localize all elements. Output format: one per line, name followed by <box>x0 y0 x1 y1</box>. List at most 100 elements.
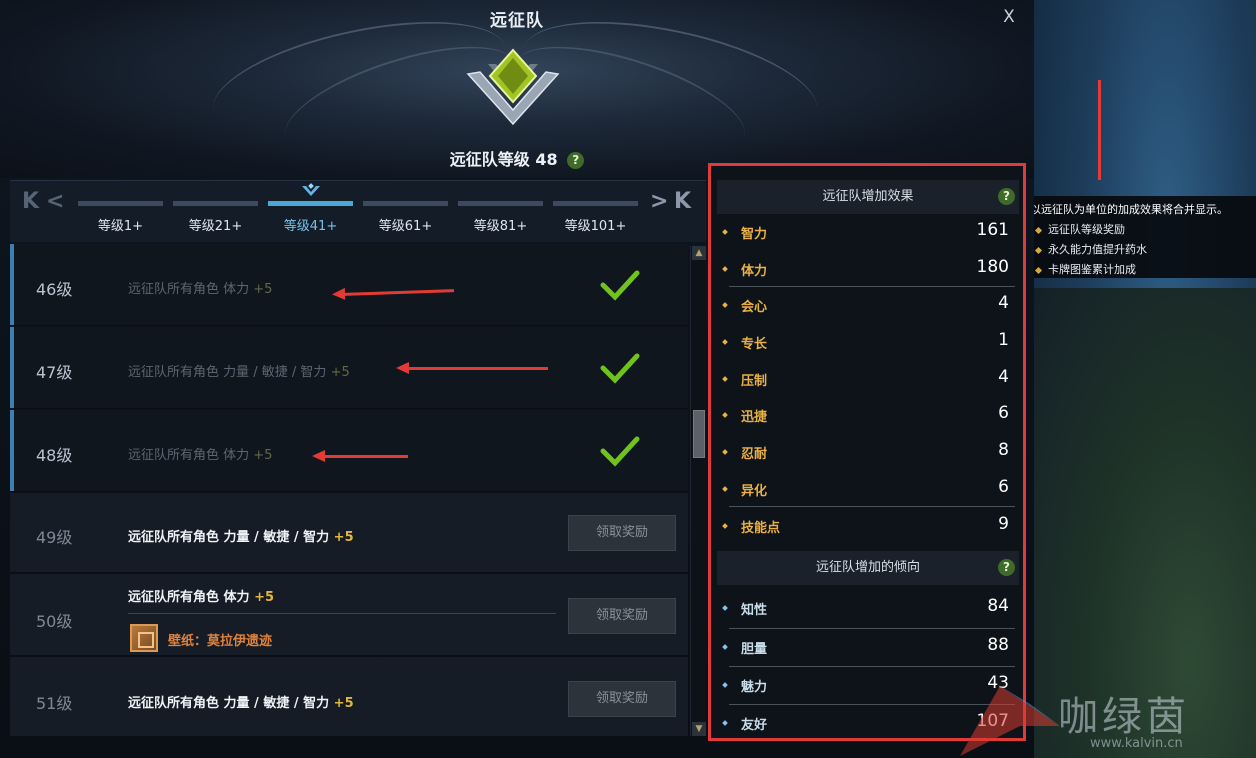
reward-description: 远征队所有角色 力量 / 敏捷 / 智力 +5 <box>128 692 354 711</box>
tab-label: 等级21+ <box>188 219 243 234</box>
claim-reward-button[interactable]: 领取奖励 <box>568 598 676 634</box>
reward-description: 远征队所有角色 体力 +5 <box>128 586 274 605</box>
tab-tier-81[interactable]: 等级81+ <box>456 201 545 241</box>
tendency-header: 远征队增加的倾向 ? <box>717 551 1019 585</box>
reward-bonus: +5 <box>254 590 275 605</box>
stat-name: 异化 <box>741 484 768 499</box>
row-divider <box>128 613 556 614</box>
help-icon[interactable]: ? <box>998 559 1015 576</box>
tendency-name: 友好 <box>741 718 768 733</box>
reward-row-49: 49级 远征队所有角色 力量 / 敏捷 / 智力 +5 领取奖励 <box>10 493 688 573</box>
check-icon <box>600 270 640 301</box>
tooltip-title: 以远征队为单位的加成效果将合并显示。 <box>1030 203 1228 216</box>
tooltip-item: 卡牌图鉴累计加成 <box>1030 260 1252 280</box>
bullet-icon <box>722 339 728 345</box>
tendency-name: 知性 <box>741 603 768 618</box>
tab-tier-101[interactable]: 等级101+ <box>551 201 640 241</box>
active-tier-marker-icon <box>302 183 320 196</box>
tab-tier-61[interactable]: 等级61+ <box>361 201 450 241</box>
row-accent <box>10 244 14 325</box>
tab-bar <box>458 201 543 206</box>
reward-description: 远征队所有角色 体力 +5 <box>128 444 272 463</box>
claim-reward-button[interactable]: 领取奖励 <box>568 515 676 551</box>
reward-text: 远征队所有角色 体力 <box>128 590 250 605</box>
row-accent <box>10 327 14 408</box>
last-page-button[interactable]: K <box>674 189 691 214</box>
stat-row-stamina: 体力 180 <box>717 251 1019 288</box>
scroll-up-icon[interactable]: ▲ <box>692 246 706 260</box>
reward-level: 50级 <box>36 612 73 631</box>
stat-row-intelligence: 智力 161 <box>717 214 1019 251</box>
stat-row-domination: 压制 4 <box>717 361 1019 398</box>
tendency-header-label: 远征队增加的倾向 <box>815 560 920 575</box>
bullet-icon <box>722 449 728 455</box>
stat-value: 1 <box>998 330 1009 350</box>
reward-row-50: 50级 远征队所有角色 体力 +5 壁纸：莫拉伊遗迹 领取奖励 <box>10 574 688 656</box>
tab-tier-21[interactable]: 等级21+ <box>171 201 260 241</box>
bullet-icon <box>722 229 728 235</box>
reward-description: 远征队所有角色 体力 +5 <box>128 278 272 297</box>
bullet-icon <box>722 376 728 382</box>
annotation-arrow <box>343 289 455 296</box>
reward-list-scrollbar[interactable]: ▲ ▼ <box>690 246 706 736</box>
prev-page-button[interactable]: < <box>46 189 64 214</box>
tab-label: 等级101+ <box>564 219 627 234</box>
bullet-icon <box>722 523 728 529</box>
tendency-value: 88 <box>987 635 1009 655</box>
annotation-arrow-down <box>1098 80 1101 180</box>
stat-name: 技能点 <box>741 521 781 536</box>
reward-description: 远征队所有角色 力量 / 敏捷 / 智力 +5 <box>128 361 350 380</box>
tooltip-item: 永久能力值提升药水 <box>1030 240 1252 260</box>
tendency-row-intellect: 知性 84 <box>717 590 1019 627</box>
reward-list: 46级 远征队所有角色 体力 +5 47级 远征队所有角色 力量 / 敏捷 / … <box>10 244 688 738</box>
scroll-thumb[interactable] <box>693 410 705 458</box>
check-icon <box>600 436 640 467</box>
reward-row-51: 51级 远征队所有角色 力量 / 敏捷 / 智力 +5 领取奖励 <box>10 657 688 737</box>
reward-text: 远征队所有角色 力量 / 敏捷 / 智力 <box>128 365 327 380</box>
bullet-icon <box>722 644 728 650</box>
watermark-text: 咖绿茵 <box>1058 694 1190 740</box>
bullet-icon <box>722 302 728 308</box>
scroll-down-icon[interactable]: ▼ <box>692 722 706 736</box>
reward-text: 远征队所有角色 力量 / 敏捷 / 智力 <box>128 696 330 711</box>
claim-reward-button[interactable]: 领取奖励 <box>568 681 676 717</box>
stat-row-specialization: 专长 1 <box>717 324 1019 361</box>
close-button[interactable]: X <box>998 6 1020 28</box>
stat-row-endurance: 忍耐 8 <box>717 434 1019 471</box>
effects-header-label: 远征队增加效果 <box>822 189 914 204</box>
help-icon[interactable]: ? <box>567 152 585 169</box>
tab-tier-41[interactable]: 等级41+ <box>266 201 355 241</box>
first-page-button[interactable]: K <box>22 189 39 214</box>
help-icon[interactable]: ? <box>998 188 1015 205</box>
tab-tier-1[interactable]: 等级1+ <box>76 201 165 241</box>
tab-bar <box>553 201 638 206</box>
background-scenery <box>1034 0 1256 758</box>
tab-bar <box>173 201 258 206</box>
stat-separator <box>729 506 1015 507</box>
stat-value: 4 <box>998 367 1009 387</box>
stat-row-expertise: 异化 6 <box>717 471 1019 508</box>
tab-label: 等级61+ <box>378 219 433 234</box>
bullet-icon <box>722 266 728 272</box>
stat-row-crit: 会心 4 <box>717 287 1019 324</box>
stat-name: 专长 <box>741 337 768 352</box>
stat-row-skill-points: 技能点 9 <box>717 508 1019 545</box>
stat-value: 161 <box>976 220 1009 240</box>
stat-value: 8 <box>998 440 1009 460</box>
wallpaper-reward: 壁纸：莫拉伊遗迹 <box>168 634 273 649</box>
reward-bonus: +5 <box>333 530 354 545</box>
annotation-arrow <box>312 450 408 462</box>
reward-text: 远征队所有角色 力量 / 敏捷 / 智力 <box>128 530 330 545</box>
next-page-button[interactable]: > <box>650 189 668 214</box>
tab-label: 等级1+ <box>97 219 144 234</box>
stat-name: 迅捷 <box>741 410 768 425</box>
reward-level: 46级 <box>36 280 73 299</box>
bullet-icon <box>722 682 728 688</box>
tab-bar <box>363 201 448 206</box>
check-icon <box>600 353 640 384</box>
tooltip-item: 远征队等级奖励 <box>1030 220 1252 240</box>
reward-level: 47级 <box>36 363 73 382</box>
tendency-row-courage: 胆量 88 <box>717 629 1019 666</box>
tendency-name: 魅力 <box>741 680 768 695</box>
reward-bonus: +5 <box>330 365 350 380</box>
